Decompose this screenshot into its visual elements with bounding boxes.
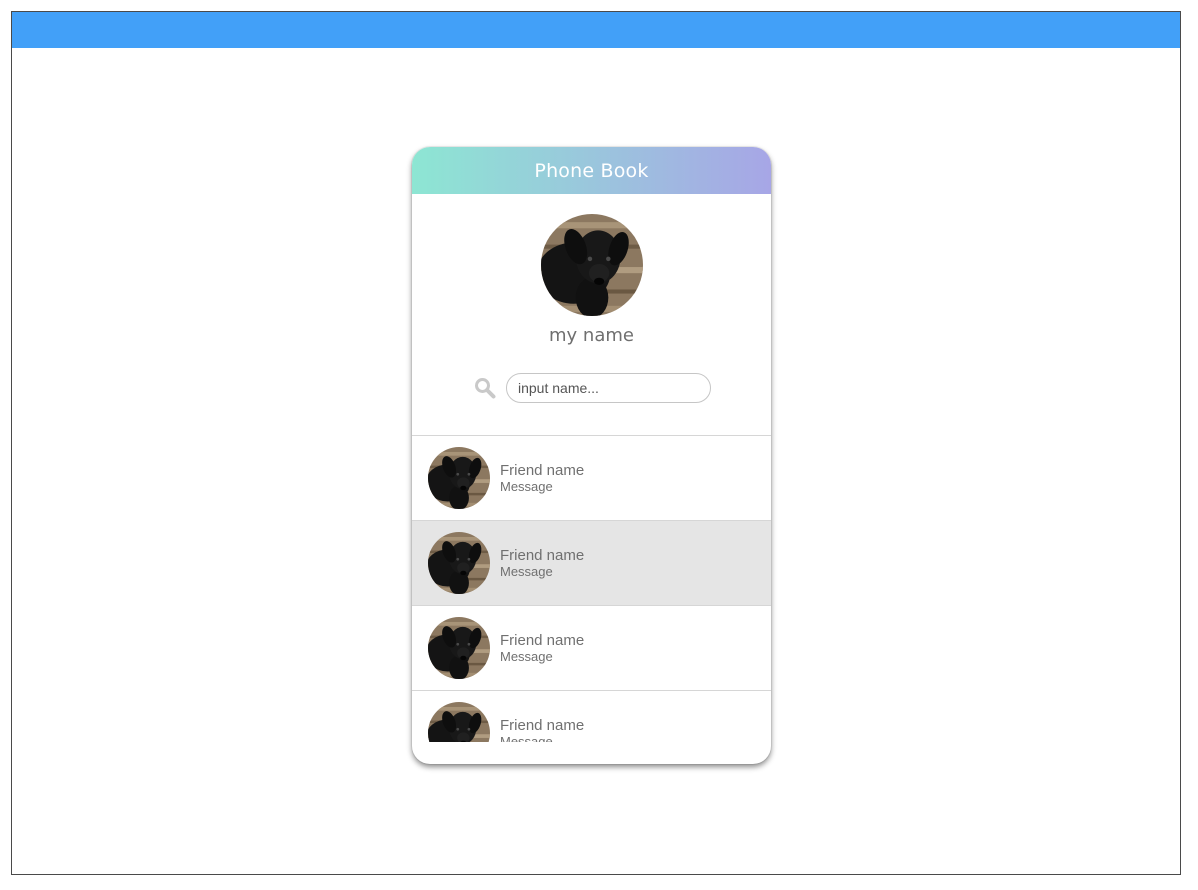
friend-message: Message <box>500 479 553 494</box>
friend-list: Friend name Message Friend name Message … <box>412 435 771 742</box>
friend-message: Message <box>500 649 553 664</box>
friend-avatar <box>428 447 490 509</box>
list-item-text: Friend name Message <box>500 462 584 494</box>
friend-avatar <box>428 702 490 742</box>
profile-avatar[interactable] <box>540 214 643 316</box>
list-item[interactable]: Friend name Message <box>412 691 771 742</box>
card-header: Phone Book <box>412 147 771 194</box>
list-item[interactable]: Friend name Message <box>412 436 771 521</box>
list-item-text: Friend name Message <box>500 632 584 664</box>
friend-avatar <box>428 532 490 594</box>
search-bar <box>412 372 771 404</box>
friend-name: Friend name <box>500 462 585 479</box>
friend-message: Message <box>500 564 553 579</box>
list-item-text: Friend name Message <box>500 717 584 742</box>
browser-viewport: Phone Book my name Friend name Message <box>11 11 1181 875</box>
profile-name: my name <box>549 325 634 346</box>
search-input[interactable] <box>506 373 711 403</box>
phone-book-card: Phone Book my name Friend name Message <box>412 147 771 764</box>
list-item[interactable]: Friend name Message <box>412 606 771 691</box>
list-item[interactable]: Friend name Message <box>412 521 771 606</box>
top-app-bar <box>12 12 1180 48</box>
profile-section: my name <box>412 194 771 346</box>
page-title: Phone Book <box>534 159 649 182</box>
list-item-text: Friend name Message <box>500 547 584 579</box>
friend-message: Message <box>500 734 553 742</box>
friend-name: Friend name <box>500 717 585 734</box>
search-icon[interactable] <box>474 377 496 399</box>
friend-name: Friend name <box>500 547 585 564</box>
friend-avatar <box>428 617 490 679</box>
friend-name: Friend name <box>500 632 585 649</box>
